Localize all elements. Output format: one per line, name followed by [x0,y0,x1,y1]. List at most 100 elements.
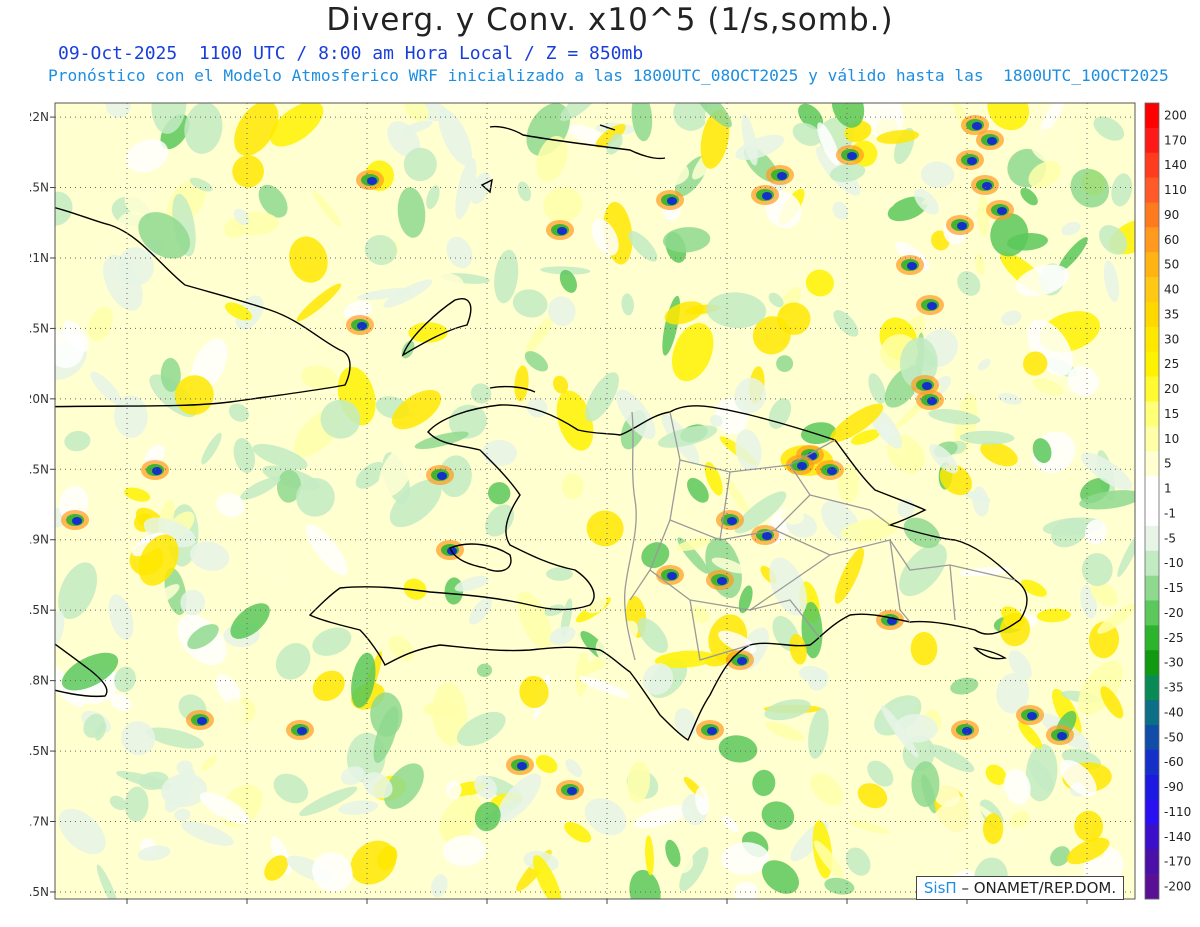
legend-label: 200 [1164,108,1187,122]
legend-swatch [1145,874,1159,900]
convergence-core [972,122,982,130]
legend-swatch [1145,152,1159,178]
legend-swatch [1145,525,1159,552]
legend-swatch [1145,103,1159,129]
legend-label: -30 [1164,656,1184,670]
legend-swatch [1145,799,1159,825]
legend-label: 60 [1164,233,1179,247]
legend-label: -1 [1164,506,1176,520]
convergence-core [762,192,772,200]
lat-tick-label: 20N [30,392,49,406]
legend-swatch [1145,774,1159,800]
legend-swatch [1145,277,1159,303]
convergence-core [967,157,977,165]
convergence-core [982,182,992,190]
legend-swatch [1145,302,1159,328]
convergence-core [987,137,997,145]
convergence-core [762,532,772,540]
convergence-core [827,467,837,475]
legend-swatch [1145,326,1159,353]
legend-swatch [1145,351,1159,377]
convergence-core [957,222,967,230]
legend-swatch [1145,501,1159,527]
convergence-core [667,572,677,580]
model-run-info: Pronóstico con el Modelo Atmosferico WRF… [48,66,1169,85]
convergence-core [997,207,1007,215]
legend-swatch [1145,625,1159,651]
convergence-core [717,577,727,585]
credit-brand: SisΠ [923,879,957,897]
convergence-core [517,762,527,770]
legend-label: -170 [1164,855,1191,869]
legend-swatch [1145,476,1159,502]
convergence-core [567,787,577,795]
legend-label: 1 [1164,482,1172,496]
lat-tick-label: 7.5N [30,744,49,758]
legend-label: 10 [1164,432,1179,446]
legend-label: 90 [1164,208,1179,222]
legend-label: 20 [1164,382,1179,396]
legend-swatch [1145,376,1159,402]
colorbar-legend: 200 170 140 110 90 60 50 40 35 30 25 20 15 10 5 1 -1 -5 -1… [1144,102,1191,900]
legend-label: 25 [1164,357,1179,371]
lat-tick-label: 19N [30,533,49,547]
lat-tick-label: 6.5N [30,885,49,899]
legend-swatch [1145,252,1159,278]
legend-label: -20 [1164,606,1184,620]
legend-swatch [1145,127,1159,154]
convergence-core [927,397,937,405]
lat-tick-label: 22N [30,110,49,124]
lat-tick-label: 21N [30,251,49,265]
legend-label: 110 [1164,183,1187,197]
legend-label: 5 [1164,457,1172,471]
convergence-core [72,517,82,525]
convergence-core [847,152,857,160]
legend-label: -50 [1164,730,1184,744]
convergence-core [797,462,807,470]
legend-label: 50 [1164,258,1179,272]
legend-swatch [1145,675,1159,701]
legend-label: -25 [1164,631,1184,645]
map-title: Diverg. y Conv. x10^5 (1/s,somb.) [326,2,894,38]
lat-tick-label: 17N [30,815,49,829]
convergence-core [737,657,747,665]
legend-label: -60 [1164,755,1184,769]
legend-swatch [1145,575,1159,601]
convergence-core [297,727,307,735]
convergence-core [907,262,917,270]
convergence-core [707,727,717,735]
legend-label: -15 [1164,581,1184,595]
legend-swatch [1145,650,1159,676]
legend-label: -35 [1164,681,1184,695]
credit-text: – ONAMET/REP.DOM. [956,879,1117,897]
convergence-core [927,302,937,310]
legend-swatch [1145,600,1159,626]
forecast-valid-time: 09-Oct-2025 1100 UTC / 8:00 am Hora Loca… [58,43,644,64]
convergence-core [667,197,677,205]
legend-swatch [1145,451,1159,477]
convergence-core [777,172,787,180]
legend-swatch [1145,749,1159,775]
legend-label: -5 [1164,531,1176,545]
convergence-core [437,472,447,480]
convergence-core [152,467,162,475]
convergence-core [1057,732,1067,740]
legend-swatch [1145,426,1159,452]
convergence-core [727,517,737,525]
legend-label: 170 [1164,133,1187,147]
legend-label: 140 [1164,158,1187,172]
legend-swatch [1145,550,1159,576]
lat-tick-label: 8.5N [30,603,49,617]
legend-label: -110 [1164,805,1191,819]
convergence-core [557,227,567,235]
legend-label: -10 [1164,556,1184,570]
legend-label: -90 [1164,780,1184,794]
legend-label: 35 [1164,307,1179,321]
legend-swatch [1145,202,1159,228]
legend-swatch [1145,401,1159,427]
legend-swatch [1145,849,1159,875]
legend-swatch [1145,700,1159,726]
lat-tick-label: 9.5N [30,462,49,476]
legend-swatch [1145,227,1159,253]
legend-label: -40 [1164,705,1184,719]
